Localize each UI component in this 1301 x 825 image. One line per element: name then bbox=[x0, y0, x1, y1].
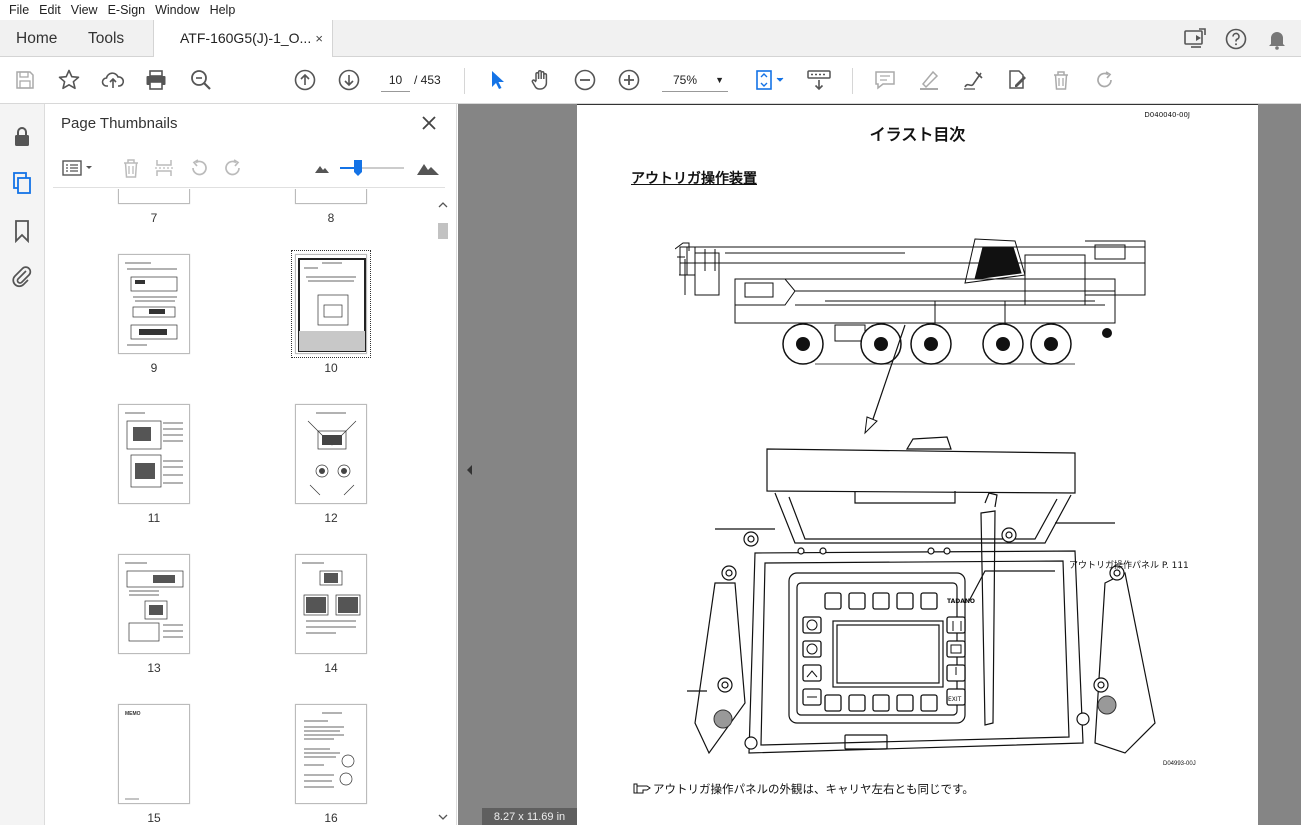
close-tab-icon[interactable]: × bbox=[315, 20, 323, 57]
zoom-in-icon[interactable] bbox=[616, 67, 642, 93]
page-total: / 453 bbox=[414, 73, 441, 87]
thumbnail-label: 16 bbox=[324, 811, 338, 825]
next-page-icon[interactable] bbox=[336, 67, 362, 93]
delete-trash-icon[interactable] bbox=[1048, 67, 1074, 93]
page-title: イラスト目次 bbox=[869, 125, 966, 144]
note-pointing-hand-icon bbox=[633, 783, 651, 794]
tab-home[interactable]: Home bbox=[16, 20, 57, 57]
toolbar-divider bbox=[464, 68, 465, 94]
bookmark-icon[interactable] bbox=[9, 218, 35, 244]
tab-document[interactable]: ATF-160G5(J)-1_O... × bbox=[153, 20, 333, 58]
thumbnail-size-slider[interactable] bbox=[338, 156, 406, 180]
menu-window[interactable]: Window bbox=[155, 3, 199, 17]
tab-tools[interactable]: Tools bbox=[88, 20, 124, 57]
thumbnail-page-12[interactable] bbox=[295, 404, 367, 504]
close-icon[interactable] bbox=[419, 113, 439, 133]
thumbnail-page-13[interactable] bbox=[118, 554, 190, 654]
thumbnail-page-8[interactable] bbox=[295, 189, 367, 204]
upload-cloud-icon[interactable] bbox=[100, 67, 126, 93]
exit-button-label: EXIT bbox=[948, 696, 962, 703]
redo-icon[interactable] bbox=[1092, 67, 1118, 93]
thumbnail-label: 7 bbox=[150, 211, 158, 225]
thumbnail-label: 15 bbox=[147, 811, 161, 825]
attachment-paperclip-icon[interactable] bbox=[9, 264, 35, 290]
page-number-input[interactable]: 10 bbox=[381, 68, 410, 92]
hand-tool-icon[interactable] bbox=[528, 67, 554, 93]
thumbnail-page-7[interactable] bbox=[118, 189, 190, 204]
thumbnail-label: 10 bbox=[324, 361, 338, 375]
crane-illustration bbox=[675, 238, 1146, 365]
thumbnail-list[interactable]: 7 8 9 10 11 12 13 14 MEMO 15 16 bbox=[45, 189, 435, 825]
thumbnail-label: 14 bbox=[324, 661, 338, 675]
rotate-left-icon[interactable] bbox=[187, 156, 211, 180]
collapse-panel-arrow-icon[interactable] bbox=[464, 462, 474, 478]
thumbnail-page-14[interactable] bbox=[295, 554, 367, 654]
notifications-bell-icon[interactable] bbox=[1264, 26, 1290, 52]
zoom-level-value: 75% bbox=[673, 73, 698, 87]
thumbnail-page-15[interactable]: MEMO bbox=[118, 704, 190, 804]
document-viewer[interactable]: D040040-00J イラスト目次 アウトリガ操作装置 TADANO EXIT… bbox=[458, 104, 1301, 825]
lock-icon[interactable] bbox=[9, 124, 35, 150]
menu-file[interactable]: File bbox=[9, 3, 29, 17]
page-thumbnails-panel: Page Thumbnails 7 8 9 10 11 12 13 14 MEM… bbox=[45, 104, 457, 825]
thumbnail-label: 8 bbox=[327, 211, 335, 225]
options-menu-icon[interactable] bbox=[61, 156, 97, 180]
menu-view[interactable]: View bbox=[71, 3, 98, 17]
menu-esign[interactable]: E-Sign bbox=[108, 3, 146, 17]
small-thumbnail-mountain-icon[interactable] bbox=[310, 156, 334, 180]
thumbnail-toolbar bbox=[53, 148, 445, 188]
page-size-indicator: 8.27 x 11.69 in bbox=[482, 808, 577, 825]
callout-label: アウトリガ操作パネル P. 111 bbox=[1069, 561, 1189, 571]
share-screen-icon[interactable] bbox=[1182, 26, 1208, 52]
thumbnail-page-16[interactable] bbox=[295, 704, 367, 804]
menu-help[interactable]: Help bbox=[210, 3, 236, 17]
fit-page-icon[interactable] bbox=[752, 67, 788, 93]
thumbnail-label: 11 bbox=[147, 511, 161, 525]
star-icon[interactable] bbox=[56, 67, 82, 93]
tab-bar: Home Tools ATF-160G5(J)-1_O... × bbox=[0, 20, 1301, 58]
comment-icon[interactable] bbox=[872, 67, 898, 93]
large-thumbnail-mountain-icon[interactable] bbox=[415, 156, 441, 180]
pdf-page: D040040-00J イラスト目次 アウトリガ操作装置 TADANO EXIT… bbox=[577, 104, 1258, 825]
menu-bar: File Edit View E-Sign Window Help bbox=[0, 0, 1301, 20]
outrigger-panel-illustration: TADANO EXIT bbox=[687, 436, 1156, 755]
previous-page-icon[interactable] bbox=[292, 67, 318, 93]
highlight-pen-icon[interactable] bbox=[916, 67, 942, 93]
page-note-text: アウトリガ操作パネルの外観は、キャリヤ左右とも同じです。 bbox=[653, 782, 974, 796]
thumbnail-label: 9 bbox=[150, 361, 158, 375]
zoom-out-icon[interactable] bbox=[572, 67, 598, 93]
section-heading: アウトリガ操作装置 bbox=[631, 171, 757, 187]
main-toolbar: 10 / 453 75% ▼ bbox=[0, 57, 1301, 104]
panel-title: Page Thumbnails bbox=[61, 115, 178, 132]
thumbnail-page-10-selected[interactable] bbox=[291, 250, 371, 358]
left-navigation-rail bbox=[0, 104, 45, 825]
thumbnail-label: 12 bbox=[324, 511, 338, 525]
brand-logo-text: TADANO bbox=[947, 598, 975, 605]
edit-document-icon[interactable] bbox=[1004, 67, 1030, 93]
thumbnail-scrollbar[interactable] bbox=[436, 197, 450, 825]
thumbnail-label: 13 bbox=[147, 661, 161, 675]
rotate-right-icon[interactable] bbox=[221, 156, 245, 180]
page-thumbnails-icon[interactable] bbox=[9, 170, 35, 196]
figure-code: D04993-00J bbox=[1163, 761, 1196, 767]
save-icon[interactable] bbox=[12, 67, 38, 93]
thumbnail-page-9[interactable] bbox=[118, 254, 190, 354]
chevron-down-icon: ▼ bbox=[715, 75, 724, 85]
menu-edit[interactable]: Edit bbox=[39, 3, 61, 17]
extract-pages-icon[interactable] bbox=[152, 156, 176, 180]
scroll-mode-icon[interactable] bbox=[806, 67, 832, 93]
page-code: D040040-00J bbox=[1144, 111, 1190, 119]
page-note: アウトリガ操作パネルの外観は、キャリヤ左右とも同じです。 bbox=[633, 781, 974, 797]
zoom-search-icon[interactable] bbox=[188, 67, 214, 93]
delete-pages-icon[interactable] bbox=[119, 156, 143, 180]
help-icon[interactable] bbox=[1223, 26, 1249, 52]
sign-pen-icon[interactable] bbox=[960, 67, 986, 93]
zoom-level-select[interactable]: 75% ▼ bbox=[662, 68, 728, 92]
document-tab-title: ATF-160G5(J)-1_O... bbox=[180, 30, 312, 46]
select-cursor-icon[interactable] bbox=[484, 67, 510, 93]
toolbar-divider bbox=[852, 68, 853, 94]
pointer-arrow bbox=[864, 324, 906, 435]
thumbnail-page-11[interactable] bbox=[118, 404, 190, 504]
print-icon[interactable] bbox=[143, 67, 169, 93]
